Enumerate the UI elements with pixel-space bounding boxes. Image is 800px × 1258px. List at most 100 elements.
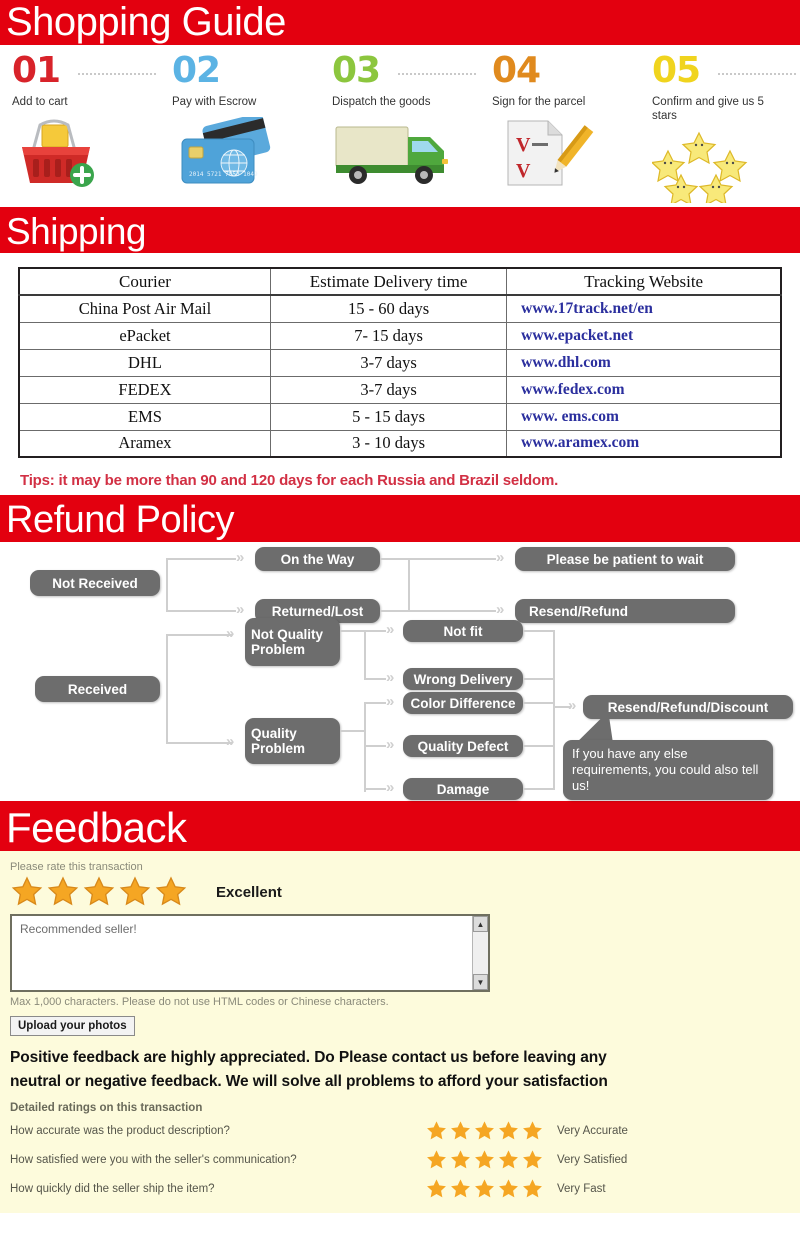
flow-callout-note: If you have any else requirements, you c… [563, 740, 773, 800]
flow-arrow-icon: » [386, 693, 395, 710]
cell-time: 7- 15 days [269, 321, 508, 350]
rating-value: Very Fast [557, 1183, 606, 1195]
step-2-label: Pay with Escrow [172, 96, 257, 108]
flow-line [380, 558, 410, 560]
flow-arrow-icon: » [496, 549, 505, 566]
shopping-guide-banner: Shopping Guide [0, 0, 800, 45]
flow-node-on-the-way: On the Way [255, 547, 380, 571]
star-icon[interactable] [473, 1120, 496, 1142]
flow-line [364, 702, 386, 704]
cell-site[interactable]: www. ems.com [506, 402, 782, 431]
cell-site[interactable]: www.fedex.com [506, 375, 782, 404]
cell-site[interactable]: www.17track.net/en [506, 294, 782, 323]
flow-line [523, 745, 555, 747]
star-icon[interactable] [118, 876, 152, 908]
refund-flowchart: Not Received » » On the Way Returned/Los… [0, 542, 800, 804]
upload-photos-button[interactable]: Upload your photos [10, 1016, 135, 1036]
flow-line [340, 730, 366, 732]
cell-site[interactable]: www.aramex.com [506, 429, 782, 458]
rating-stars[interactable] [425, 1149, 545, 1171]
star-icon[interactable] [425, 1120, 448, 1142]
cell-time: 3 - 10 days [269, 429, 508, 458]
scroll-up-icon[interactable]: ▲ [473, 916, 488, 932]
star-icon[interactable] [521, 1149, 544, 1171]
detailed-rating-row: How satisfied were you with the seller's… [10, 1149, 790, 1171]
flow-node-not-quality-problem: Not Quality Problem [245, 618, 340, 666]
guide-step-3: 03 Dispatch the goods [320, 50, 796, 203]
guide-step-4: 04 Sign for the parcel V V [480, 51, 640, 203]
rating-word: Excellent [216, 883, 282, 901]
cell-site[interactable]: www.epacket.net [506, 321, 782, 350]
flow-arrow-icon: » [226, 733, 235, 750]
flow-node-received: Received [35, 676, 160, 702]
svg-text:V: V [516, 160, 531, 182]
step-4-number: 04 [492, 50, 541, 91]
flow-arrow-icon: » [236, 549, 245, 566]
rating-question: How satisfied were you with the seller's… [10, 1154, 297, 1166]
table-row: DHL 3-7 days www.dhl.com [18, 348, 782, 377]
comment-textarea[interactable]: Recommended seller! ▲ ▼ [10, 914, 490, 992]
star-icon[interactable] [497, 1120, 520, 1142]
guide-step-2: 02 Pay with Escrow 2014 5721 7853 1049 [160, 51, 476, 203]
flow-line [408, 558, 410, 612]
flow-node-quality-problem: Quality Problem [245, 718, 340, 764]
shipping-banner: Shipping [0, 210, 800, 253]
cell-site[interactable]: www.dhl.com [506, 348, 782, 377]
star-icon[interactable] [521, 1178, 544, 1200]
step-3-number: 03 [332, 50, 381, 91]
star-icon[interactable] [82, 876, 116, 908]
flow-node-damage: Damage [403, 778, 523, 800]
cell-courier: ePacket [18, 321, 271, 350]
table-row: ePacket 7- 15 days www.epacket.net [18, 321, 782, 350]
flow-node-wrong-delivery: Wrong Delivery [403, 668, 523, 690]
flow-arrow-icon: » [386, 621, 395, 638]
flow-line [523, 678, 555, 680]
rating-stars[interactable] [425, 1120, 545, 1142]
star-icon[interactable] [449, 1120, 472, 1142]
positive-line-2: neutral or negative feedback. We will so… [10, 1073, 608, 1090]
flow-line [166, 742, 232, 744]
star-icon[interactable] [521, 1120, 544, 1142]
star-icon[interactable] [449, 1149, 472, 1171]
flow-line [523, 702, 555, 704]
step-5-number: 05 [652, 50, 701, 91]
overall-rating-row: Excellent [10, 876, 790, 908]
sign-document-icon: V V [492, 117, 640, 189]
star-icon[interactable] [10, 876, 44, 908]
step-1-number: 01 [12, 50, 61, 91]
cell-courier: Aramex [18, 429, 271, 458]
table-row: FEDEX 3-7 days www.fedex.com [18, 375, 782, 404]
comment-text[interactable]: Recommended seller! [12, 916, 488, 942]
star-icon[interactable] [497, 1178, 520, 1200]
flow-line [364, 630, 366, 680]
guide-step-5: 05 Confirm and give us 5 stars [640, 50, 800, 207]
flow-arrow-icon: » [386, 669, 395, 686]
flow-line [166, 634, 168, 744]
flow-line [523, 630, 555, 632]
star-icon[interactable] [497, 1149, 520, 1171]
cell-courier: EMS [18, 402, 271, 431]
flow-line [364, 630, 386, 632]
overall-star-rating[interactable] [10, 876, 188, 908]
star-icon[interactable] [473, 1178, 496, 1200]
star-icon[interactable] [473, 1149, 496, 1171]
rating-stars[interactable] [425, 1178, 545, 1200]
shipping-tips: Tips: it may be more than 90 and 120 day… [20, 472, 559, 489]
star-icon[interactable] [425, 1149, 448, 1171]
flow-arrow-icon: » [568, 697, 577, 714]
step-connector-1 [78, 73, 156, 75]
textarea-scrollbar[interactable]: ▲ ▼ [472, 916, 488, 990]
star-icon[interactable] [154, 876, 188, 908]
step-1-label: Add to cart [12, 96, 68, 108]
scroll-down-icon[interactable]: ▼ [473, 974, 488, 990]
rating-value: Very Satisfied [557, 1154, 628, 1166]
step-5-label: Confirm and give us 5 stars [652, 96, 764, 122]
cell-time: 3-7 days [269, 348, 508, 377]
star-icon[interactable] [46, 876, 80, 908]
col-tracking-website: Tracking Website [506, 267, 782, 296]
star-icon[interactable] [425, 1178, 448, 1200]
star-icon[interactable] [449, 1178, 472, 1200]
shipping-section: Courier Estimate Delivery time Tracking … [0, 253, 800, 498]
flow-line [166, 558, 168, 612]
flow-line [340, 630, 366, 632]
